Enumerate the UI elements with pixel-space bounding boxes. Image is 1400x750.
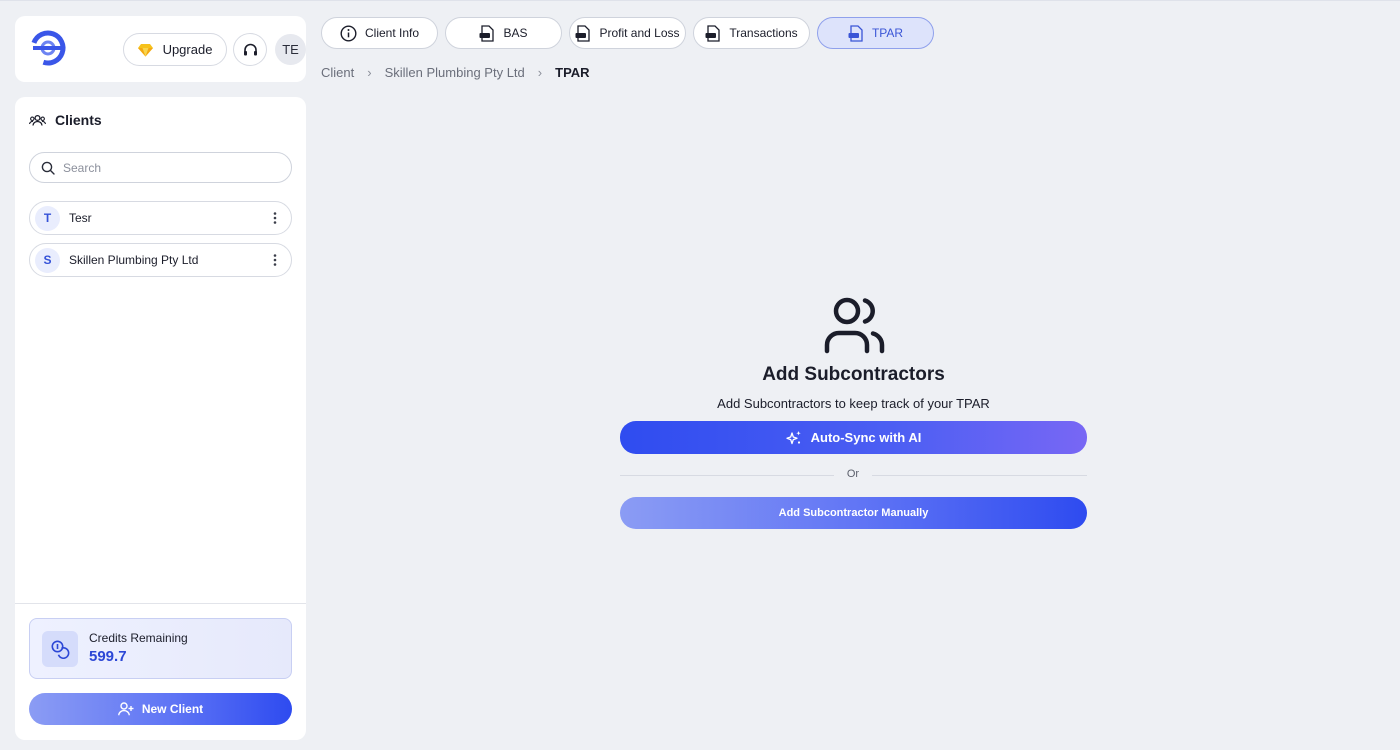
tab-label: Transactions [729,26,798,40]
more-options-icon[interactable] [265,250,285,270]
support-button[interactable] [233,33,267,66]
client-search[interactable] [29,152,292,183]
user-avatar[interactable]: TE [275,34,306,65]
new-client-button[interactable]: New Client [29,693,292,725]
pdf-file-icon [705,24,721,42]
pdf-file-icon [848,24,863,42]
pdf-file-icon [575,24,591,42]
add-user-icon [117,702,134,716]
users-group-icon [29,114,46,126]
sparkles-icon [785,430,801,444]
manual-label: Add Subcontractor Manually [778,507,929,519]
divider-right [872,475,1087,476]
upgrade-button[interactable]: Upgrade [123,33,227,66]
clients-title: Clients [55,112,102,128]
info-icon [340,24,357,42]
diamond-icon [137,43,153,56]
clients-heading: Clients [29,112,102,128]
breadcrumb-client-name[interactable]: Skillen Plumbing Pty Ltd [385,65,525,80]
client-item-skillen-plumbing[interactable]: S Skillen Plumbing Pty Ltd [29,243,292,277]
pdf-file-icon [479,24,495,42]
tab-client-info[interactable]: Client Info [321,17,438,49]
search-icon [41,161,55,175]
tab-label: Client Info [364,26,420,40]
coins-icon [42,631,78,667]
breadcrumb: Client › Skillen Plumbing Pty Ltd › TPAR [321,65,590,80]
credits-value: 599.7 [89,648,127,665]
auto-sync-label: Auto-Sync with AI [810,430,922,445]
users-icon [824,297,885,354]
more-options-icon[interactable] [265,208,285,228]
empty-state-title: Add Subcontractors [762,364,945,385]
client-initial: T [35,205,60,231]
credits-label: Credits Remaining [89,631,188,645]
client-item-tesr[interactable]: T Tesr [29,201,292,235]
chevron-right-icon: › [367,65,372,80]
headset-icon [243,43,257,55]
tab-bas[interactable]: BAS [445,17,562,49]
header-card: Upgrade TE [15,16,306,82]
client-initial: S [35,247,60,273]
chevron-right-icon: › [537,65,543,80]
or-separator: Or [846,468,860,480]
auto-sync-ai-button[interactable]: Auto-Sync with AI [620,421,1087,454]
sidebar-divider [15,603,306,604]
tab-transactions[interactable]: Transactions [693,17,810,49]
tab-profit-and-loss[interactable]: Profit and Loss [569,17,686,49]
new-client-label: New Client [141,702,204,716]
search-input[interactable] [63,160,263,175]
tab-label: Profit and Loss [599,26,680,40]
credits-card: Credits Remaining 599.7 [29,618,292,679]
breadcrumb-current: TPAR [555,65,590,80]
upgrade-label: Upgrade [162,42,213,57]
app-logo-icon[interactable] [29,29,67,67]
divider-left [620,475,834,476]
client-name: Skillen Plumbing Pty Ltd [69,253,199,267]
tab-tpar[interactable]: TPAR [817,17,934,49]
tab-label: TPAR [871,26,904,40]
breadcrumb-client[interactable]: Client [321,65,354,80]
tab-label: BAS [503,26,528,40]
add-subcontractor-manually-button[interactable]: Add Subcontractor Manually [620,497,1087,529]
sidebar: Clients T Tesr S Skillen Plumbing Pty Lt… [15,97,306,740]
empty-state-subtitle: Add Subcontractors to keep track of your… [717,396,990,411]
client-name: Tesr [69,211,92,225]
